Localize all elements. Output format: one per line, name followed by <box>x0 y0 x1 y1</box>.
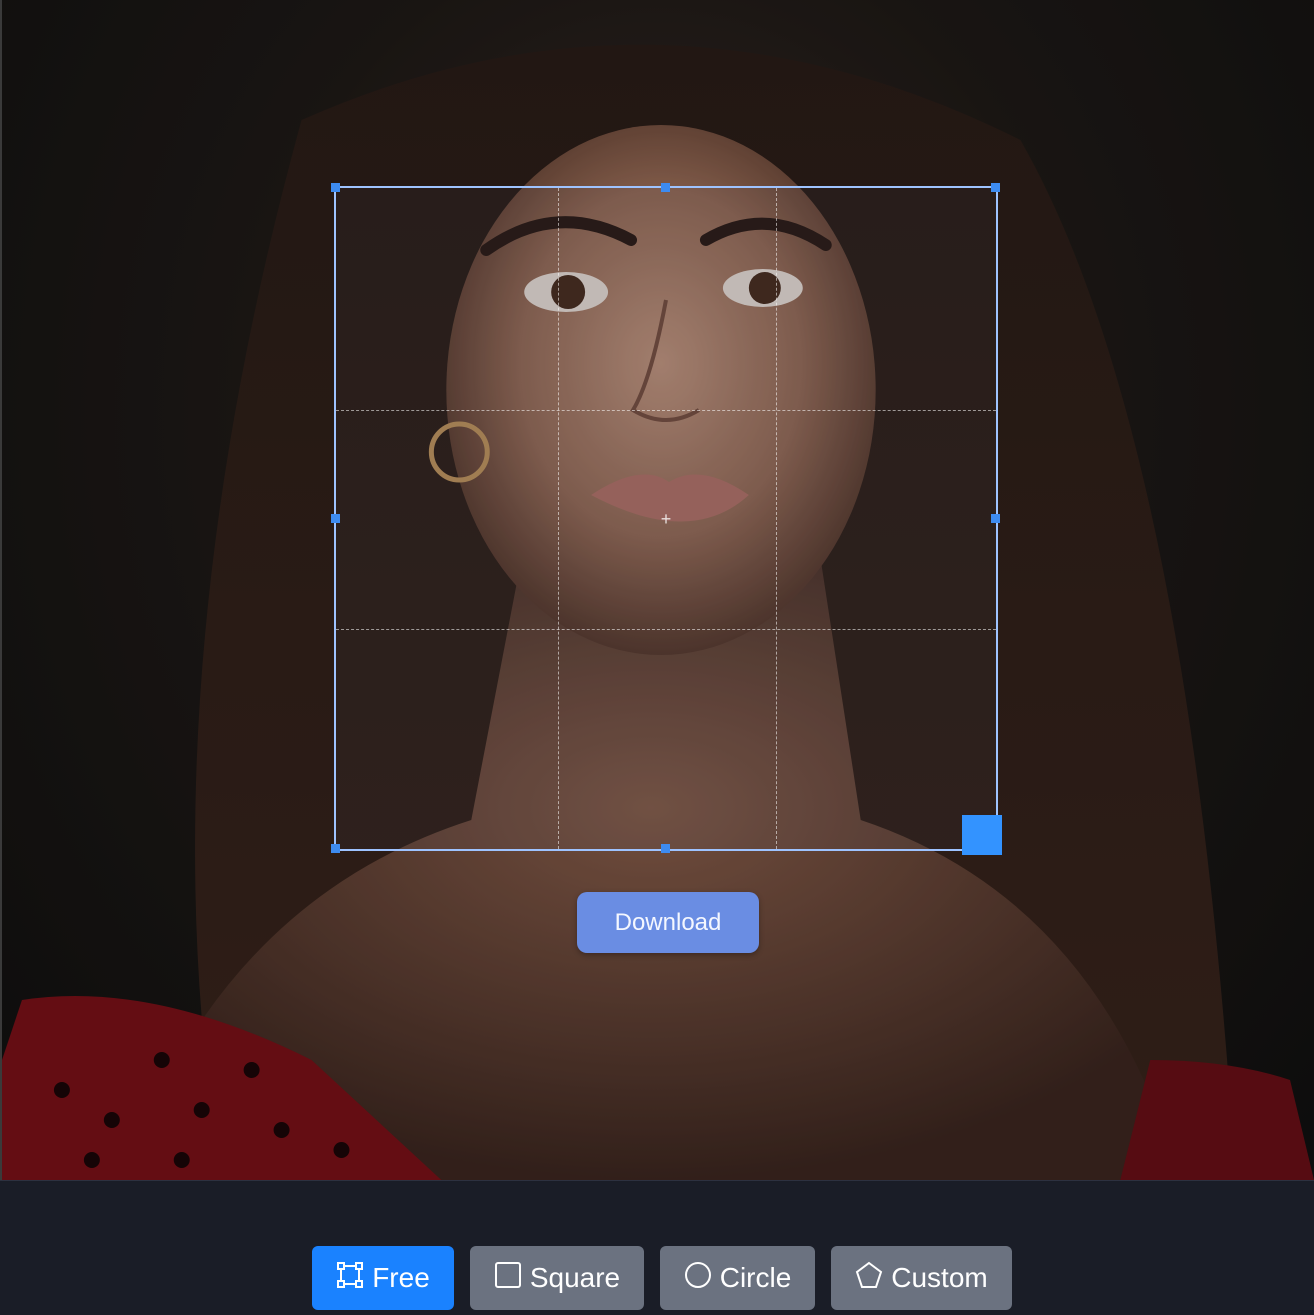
resize-handle-top-left[interactable] <box>331 183 340 192</box>
mode-free-button[interactable]: Free <box>312 1246 454 1310</box>
square-icon <box>494 1261 522 1296</box>
mode-free-label: Free <box>372 1262 430 1293</box>
mode-circle-label: Circle <box>719 1262 792 1293</box>
circle-icon <box>684 1261 712 1296</box>
image-canvas[interactable]: + Download <box>0 0 1314 1180</box>
grid-line <box>336 629 996 630</box>
download-button[interactable]: Download <box>577 892 759 953</box>
grid-line <box>776 188 777 849</box>
free-transform-icon <box>336 1261 364 1296</box>
resize-handle-top-right[interactable] <box>991 183 1000 192</box>
mode-circle-button[interactable]: Circle <box>660 1246 815 1310</box>
resize-handle-right[interactable] <box>991 513 1000 523</box>
pentagon-icon <box>855 1261 883 1296</box>
grid-line <box>336 410 996 411</box>
resize-handle-bottom[interactable] <box>661 844 670 853</box>
crop-selection-box[interactable]: + <box>331 183 1002 855</box>
mode-custom-label: Custom <box>891 1262 988 1293</box>
mode-custom-button[interactable]: Custom <box>831 1246 1012 1310</box>
move-crosshair-icon[interactable]: + <box>659 510 673 528</box>
resize-handle-bottom-right[interactable] <box>962 815 1002 855</box>
mode-square-button[interactable]: Square <box>470 1246 644 1310</box>
mode-square-label: Square <box>529 1262 621 1293</box>
crop-mode-toolbar: Free Square Circle Custom <box>0 1180 1314 1315</box>
resize-handle-bottom-left[interactable] <box>331 844 340 853</box>
resize-handle-top[interactable] <box>661 183 670 192</box>
grid-line <box>558 188 559 849</box>
resize-handle-left[interactable] <box>331 513 340 523</box>
